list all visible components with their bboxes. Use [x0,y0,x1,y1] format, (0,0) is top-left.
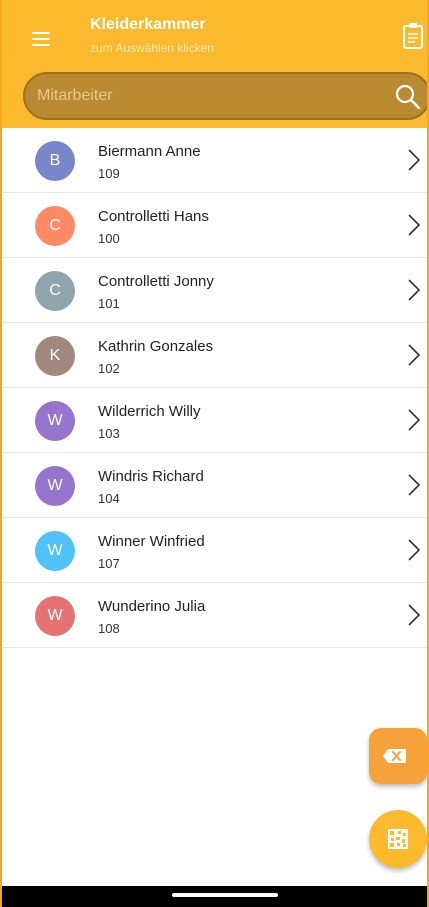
search-bar [23,72,427,120]
employee-name: Winner Winfried [98,533,205,550]
app-screen: Kleiderkammer zum Auswählen klicken B Bie… [0,0,429,907]
employee-row[interactable]: C Controlletti Hans 100 [2,193,427,258]
employee-name: Windris Richard [98,468,204,485]
system-nav-bar [2,886,427,907]
employee-number: 104 [98,491,120,506]
clipboard-icon[interactable] [402,22,424,50]
avatar: W [35,466,75,506]
qr-code-icon [388,829,408,849]
employee-number: 108 [98,621,120,636]
clear-button[interactable] [369,728,427,784]
app-subtitle[interactable]: zum Auswählen klicken [90,41,214,55]
employee-row[interactable]: W Windris Richard 104 [2,453,427,518]
employee-number: 109 [98,166,120,181]
avatar: C [35,206,75,246]
employee-number: 103 [98,426,120,441]
employee-row[interactable]: W Wilderrich Willy 103 [2,388,427,453]
scan-button[interactable] [369,810,427,868]
employee-row[interactable]: K Kathrin Gonzales 102 [2,323,427,388]
employee-name: Kathrin Gonzales [98,338,214,355]
avatar: C [35,271,75,311]
home-indicator[interactable] [172,893,278,897]
avatar: W [35,531,75,571]
chevron-right-icon [407,408,421,432]
employee-row[interactable]: C Controlletti Jonny 101 [2,258,427,323]
search-icon[interactable] [395,84,421,110]
employee-row[interactable]: W Winner Winfried 107 [2,518,427,583]
avatar: W [35,401,75,441]
employee-list: B Biermann Anne 109 C Controlletti Hans 100 C C… [2,128,427,648]
app-title[interactable]: Kleiderkammer [90,16,206,34]
avatar: K [35,336,75,376]
chevron-right-icon [407,603,421,627]
employee-number: 100 [98,231,120,246]
employee-name: Biermann Anne [98,143,201,160]
employee-name: Controlletti Hans [98,208,209,225]
employee-row[interactable]: B Biermann Anne 109 [2,128,427,193]
chevron-right-icon [407,213,421,237]
search-input[interactable] [37,74,377,118]
chevron-right-icon [407,278,421,302]
hamburger-menu-icon[interactable] [28,28,56,50]
chevron-right-icon [407,343,421,367]
employee-number: 101 [98,296,120,311]
employee-name: Wilderrich Willy [98,403,201,420]
employee-number: 107 [98,556,120,571]
employee-name: Wunderino Julia [98,598,206,615]
chevron-right-icon [407,148,421,172]
avatar: B [35,141,75,181]
employee-number: 102 [98,361,120,376]
avatar: W [35,596,75,636]
chevron-right-icon [407,538,421,562]
app-bar: Kleiderkammer zum Auswählen klicken [2,0,427,128]
chevron-right-icon [407,473,421,497]
employee-row[interactable]: W Wunderino Julia 108 [2,583,427,648]
employee-name: Controlletti Jonny [98,273,214,290]
